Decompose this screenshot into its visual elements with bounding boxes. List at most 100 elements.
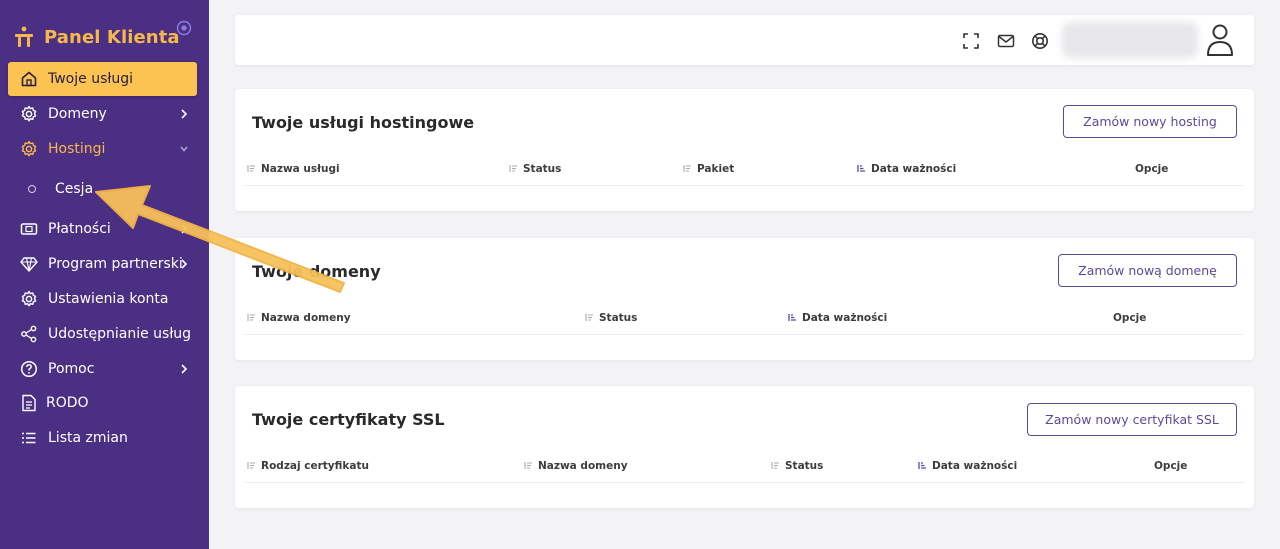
column-label: Status	[785, 460, 824, 472]
sort-icon	[683, 165, 691, 172]
domains-title: Twoje domeny	[252, 262, 381, 281]
sidebar-toggle-icon[interactable]	[176, 20, 192, 36]
circle-icon	[28, 185, 36, 193]
sort-icon	[247, 462, 255, 469]
sort-icon	[585, 314, 593, 321]
col-opcje: Opcje	[1135, 163, 1168, 175]
user-icon[interactable]	[1203, 22, 1237, 58]
sidebar-item-label: Twoje usługi	[48, 71, 133, 87]
order-hosting-button[interactable]: Zamów nowy hosting	[1063, 105, 1237, 138]
help-icon	[20, 360, 38, 378]
sidebar-item-ustawienia-konta[interactable]: Ustawienia konta	[8, 282, 197, 316]
gear-icon	[21, 105, 37, 122]
money-icon	[20, 223, 38, 235]
gear-icon	[21, 290, 37, 307]
chevron-right-icon	[181, 259, 188, 269]
sort-icon	[247, 314, 255, 321]
column-label: Status	[523, 163, 562, 175]
fullscreen-icon[interactable]	[962, 32, 980, 50]
hosting-title: Twoje usługi hostingowe	[252, 113, 475, 132]
share-icon	[21, 325, 37, 343]
sort-icon	[771, 462, 779, 469]
sidebar-item-label: Ustawienia konta	[48, 291, 169, 307]
column-label: Opcje	[1154, 460, 1188, 472]
domains-card: Twoje domeny Zamów nową domenę Nazwa dom…	[235, 238, 1254, 360]
sidebar-item-hostingi[interactable]: Hostingi	[8, 132, 197, 166]
col-opcje: Opcje	[1154, 460, 1187, 472]
table-divider	[245, 185, 1244, 186]
brand-title: Panel Klienta	[44, 26, 180, 48]
chevron-down-icon	[180, 146, 188, 152]
sidebar-item-label: Domeny	[48, 106, 107, 122]
support-icon[interactable]	[1031, 32, 1049, 50]
col-status[interactable]: Status	[585, 312, 637, 324]
mail-icon[interactable]	[997, 32, 1015, 50]
column-label: Nazwa usługi	[261, 163, 340, 175]
sidebar-item-label: Hostingi	[48, 141, 106, 157]
col-rodzaj-certyfikatu[interactable]: Rodzaj certyfikatu	[247, 460, 369, 472]
ssl-card: Twoje certyfikaty SSL Zamów nowy certyfi…	[235, 386, 1254, 508]
col-pakiet[interactable]: Pakiet	[683, 163, 734, 175]
column-label: Nazwa domeny	[261, 312, 351, 324]
sidebar-item-label: Lista zmian	[48, 430, 128, 446]
diamond-icon	[20, 257, 38, 272]
topbar	[235, 15, 1254, 65]
col-status[interactable]: Status	[509, 163, 561, 175]
col-data-waznosci[interactable]: Data ważności	[788, 312, 887, 324]
table-divider	[245, 334, 1244, 335]
order-domain-button[interactable]: Zamów nową domenę	[1058, 254, 1237, 287]
sort-active-icon	[857, 165, 865, 172]
col-nazwa-domeny[interactable]: Nazwa domeny	[524, 460, 628, 472]
sidebar-item-label: Udostępnianie usług	[48, 326, 192, 342]
sidebar-item-program-partnerski[interactable]: Program partnerski	[8, 247, 197, 281]
col-nazwa-domeny[interactable]: Nazwa domeny	[247, 312, 351, 324]
sidebar-item-label: Program partnerski	[48, 256, 183, 272]
col-status[interactable]: Status	[771, 460, 823, 472]
order-ssl-button[interactable]: Zamów nowy certyfikat SSL	[1027, 403, 1237, 436]
col-opcje: Opcje	[1113, 312, 1146, 324]
chevron-right-icon	[181, 364, 188, 374]
chevron-right-icon	[181, 109, 188, 119]
sidebar-item-label: RODO	[46, 395, 89, 411]
brand[interactable]: Panel Klienta	[14, 24, 180, 50]
sort-icon	[509, 165, 517, 172]
column-label: Data ważności	[802, 312, 888, 324]
sidebar-item-twoje-uslugi[interactable]: Twoje usługi	[8, 62, 197, 96]
sidebar-item-udostepnianie-uslug[interactable]: Udostępnianie usług	[8, 317, 197, 351]
logo-icon	[15, 26, 33, 47]
sidebar-item-lista-zmian[interactable]: Lista zmian	[8, 421, 197, 455]
col-nazwa-uslugi[interactable]: Nazwa usługi	[247, 163, 340, 175]
gear-icon	[21, 140, 37, 157]
list-icon	[22, 432, 36, 444]
sidebar-item-rodo[interactable]: RODO	[8, 386, 197, 420]
column-label: Nazwa domeny	[538, 460, 628, 472]
sort-icon	[247, 165, 255, 172]
column-label: Data ważności	[871, 163, 957, 175]
sort-active-icon	[918, 462, 926, 469]
sidebar: Panel Klienta Twoje usługi Domeny Hostin…	[0, 0, 209, 549]
column-label: Data ważności	[932, 460, 1018, 472]
ssl-title: Twoje certyfikaty SSL	[252, 410, 445, 429]
sidebar-item-domeny[interactable]: Domeny	[8, 97, 197, 131]
hosting-card: Twoje usługi hostingowe Zamów nowy hosti…	[235, 89, 1254, 211]
sidebar-item-label: Cesja	[55, 181, 94, 197]
sort-active-icon	[788, 314, 796, 321]
column-label: Status	[599, 312, 638, 324]
col-data-waznosci[interactable]: Data ważności	[918, 460, 1017, 472]
sidebar-item-label: Płatności	[48, 221, 111, 237]
table-divider	[245, 482, 1244, 483]
document-icon	[22, 394, 36, 412]
chevron-right-icon	[181, 224, 188, 234]
sidebar-item-label: Pomoc	[48, 361, 95, 377]
sidebar-item-platnosci[interactable]: Płatności	[8, 212, 197, 246]
home-icon	[21, 71, 37, 87]
sort-icon	[524, 462, 532, 469]
column-label: Pakiet	[697, 163, 735, 175]
column-label: Opcje	[1135, 163, 1169, 175]
column-label: Opcje	[1113, 312, 1147, 324]
sidebar-item-pomoc[interactable]: Pomoc	[8, 352, 197, 386]
user-name-redacted[interactable]	[1062, 22, 1198, 58]
col-data-waznosci[interactable]: Data ważności	[857, 163, 956, 175]
sidebar-subitem-cesja[interactable]: Cesja	[8, 172, 197, 206]
column-label: Rodzaj certyfikatu	[261, 460, 369, 472]
